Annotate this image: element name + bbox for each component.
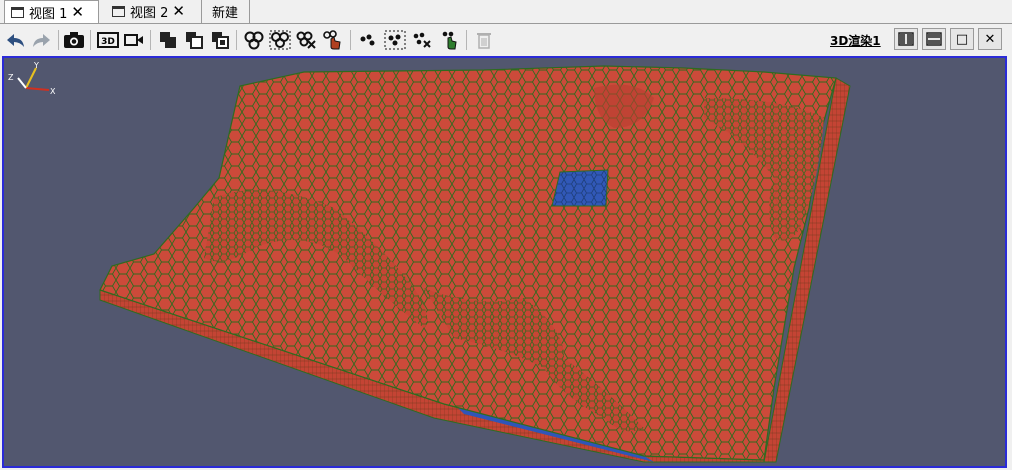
interactive-select-dots-button[interactable] (437, 28, 461, 52)
tab-bar: 视图 1 ✕ 视图 2 ✕ 新建 (0, 0, 1012, 24)
selected-cells-region (551, 169, 609, 207)
select-points-box-button[interactable] (383, 28, 407, 52)
block-icon (212, 32, 229, 49)
cells-solid-icon (160, 32, 176, 48)
y-axis-label: Y (33, 61, 39, 70)
video-camera-icon (124, 34, 143, 46)
toolbar-separator (466, 30, 467, 50)
select-points-polygon-2-button[interactable] (410, 28, 434, 52)
points-dots-icon (360, 34, 375, 46)
points-polygon-icon (296, 31, 316, 49)
close-view-button[interactable]: ✕ (978, 28, 1002, 50)
cells-outline-icon (186, 32, 203, 49)
close-icon[interactable]: ✕ (71, 5, 84, 20)
tab-view-2[interactable]: 视图 2 ✕ (106, 0, 202, 23)
toolbar: 3D 3D渲染1 □ ✕ (0, 24, 1012, 55)
window-icon (112, 6, 125, 17)
select-cells-button[interactable] (156, 28, 180, 52)
toolbar-separator (150, 30, 151, 50)
screenshot-button[interactable] (62, 28, 86, 52)
close-icon[interactable]: ✕ (172, 4, 185, 19)
x-axis-line (25, 87, 50, 91)
svg-text:3D: 3D (101, 37, 115, 47)
points-box-icon (384, 30, 406, 50)
y-axis-line (25, 67, 37, 89)
select-points-on-button[interactable] (242, 28, 266, 52)
hand-dots-icon (442, 31, 457, 50)
undo-camera-button[interactable] (3, 28, 27, 52)
split-vertical-icon (926, 32, 942, 46)
points-rings-icon (244, 31, 264, 50)
orientation-axes: Z Y X (8, 61, 56, 96)
tab-label: 视图 2 (130, 6, 169, 21)
toolbar-separator (236, 30, 237, 50)
interactive-select-points-button[interactable] (320, 28, 344, 52)
tab-label: 视图 1 (29, 7, 68, 22)
select-points-polygon-button[interactable] (294, 28, 318, 52)
camera-icon (64, 32, 84, 48)
close-icon: ✕ (984, 31, 996, 47)
select-points-button[interactable] (356, 28, 380, 52)
clear-selection-button[interactable] (472, 28, 496, 52)
z-axis-label: Z (8, 73, 14, 82)
toolbar-separator (58, 30, 59, 50)
toolbar-separator (350, 30, 351, 50)
maximize-view-button[interactable]: □ (950, 28, 974, 50)
select-block-button[interactable] (208, 28, 232, 52)
trash-icon (477, 33, 491, 49)
x-axis-label: X (50, 87, 56, 96)
split-horizontal-icon (898, 32, 914, 46)
tab-new[interactable]: 新建 (206, 0, 250, 23)
select-cells-through-button[interactable] (182, 28, 206, 52)
hand-pointer-icon (323, 30, 341, 50)
maximize-icon: □ (955, 31, 969, 47)
redo-icon (33, 34, 50, 47)
points-polygon-dots-icon (413, 32, 431, 48)
redo-camera-button[interactable] (30, 28, 54, 52)
render-view-label[interactable]: 3D渲染1 (830, 32, 881, 49)
split-horizontal-button[interactable] (894, 28, 918, 50)
3d-view-button[interactable]: 3D (96, 28, 120, 52)
record-video-button[interactable] (122, 28, 146, 52)
tab-label: 新建 (212, 6, 239, 21)
undo-icon (7, 34, 24, 47)
window-icon (11, 7, 24, 18)
select-points-frustum-button[interactable] (268, 28, 292, 52)
split-vertical-button[interactable] (922, 28, 946, 50)
toolbar-separator (90, 30, 91, 50)
z-axis-line (17, 77, 27, 89)
points-frustum-icon (269, 30, 291, 50)
terrain-mesh[interactable] (4, 58, 1005, 466)
tab-view-1[interactable]: 视图 1 ✕ (4, 0, 99, 24)
render-viewport[interactable]: Z Y X (2, 56, 1007, 468)
3d-icon: 3D (97, 32, 119, 48)
